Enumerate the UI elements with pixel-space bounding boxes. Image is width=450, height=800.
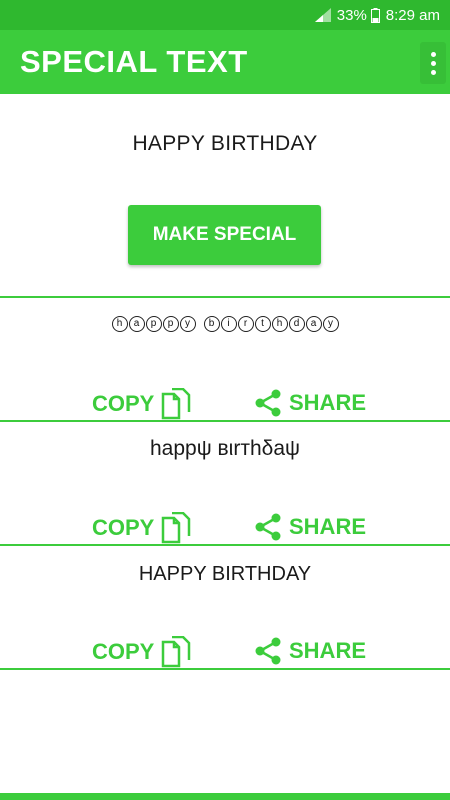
app-bar: SPECIAL TEXT	[0, 30, 450, 94]
circled-letter: a	[128, 316, 145, 332]
circled-letter	[197, 316, 203, 330]
circled-letter: a	[305, 316, 322, 332]
copy-icon	[162, 512, 191, 544]
copy-button[interactable]: COPY	[92, 388, 194, 420]
share-label: SHARE	[289, 390, 367, 415]
result-text-greek[interactable]: happψ вιrтhδaψ	[0, 437, 450, 461]
share-icon	[255, 389, 281, 417]
status-time: 8:29 am	[385, 6, 440, 24]
circled-letter: b	[203, 316, 220, 332]
circled-text: happybirthday	[0, 316, 450, 332]
status-bar: 33% 8:29 am	[0, 0, 450, 30]
share-icon	[255, 637, 281, 665]
share-icon	[255, 513, 281, 541]
copy-icon	[162, 636, 191, 668]
share-button[interactable]: SHARE	[253, 512, 366, 542]
circled-letter: y	[322, 316, 339, 332]
share-button[interactable]: SHARE	[253, 388, 366, 418]
divider	[0, 420, 450, 422]
signal-icon	[314, 8, 331, 22]
copy-button[interactable]: COPY	[92, 512, 194, 544]
result-text-circled[interactable]: happybirthday	[0, 316, 450, 332]
screen: 33% 8:29 am SPECIAL TEXT HAPPY BIRTHDAY …	[0, 0, 450, 800]
circled-letter: t	[254, 316, 271, 332]
copy-label: COPY	[92, 391, 155, 416]
input-text[interactable]: HAPPY BIRTHDAY	[0, 132, 450, 156]
result-text-caps[interactable]: HAPPY BIRTHDAY	[0, 563, 450, 586]
bottom-bar	[0, 793, 450, 800]
circled-letter: p	[162, 316, 179, 332]
share-button[interactable]: SHARE	[253, 636, 366, 666]
circled-letter: r	[237, 316, 254, 332]
copy-label: COPY	[92, 515, 155, 540]
share-label: SHARE	[289, 514, 367, 539]
circled-letter: i	[220, 316, 237, 332]
battery-icon	[370, 7, 380, 23]
circled-letter: h	[271, 316, 288, 332]
circled-letter: y	[179, 316, 196, 332]
circled-letter: p	[145, 316, 162, 332]
more-vert-icon[interactable]	[420, 42, 446, 84]
make-special-button[interactable]: MAKE SPECIAL	[128, 205, 321, 265]
circled-letter: d	[288, 316, 305, 332]
copy-button[interactable]: COPY	[92, 636, 194, 668]
battery-percent: 33%	[336, 6, 367, 24]
circled-letter: h	[111, 316, 128, 332]
divider	[0, 668, 450, 670]
divider	[0, 544, 450, 546]
divider	[0, 296, 450, 298]
copy-icon	[162, 388, 191, 420]
app-title: SPECIAL TEXT	[20, 44, 248, 79]
share-label: SHARE	[289, 638, 367, 663]
copy-label: COPY	[92, 639, 155, 664]
